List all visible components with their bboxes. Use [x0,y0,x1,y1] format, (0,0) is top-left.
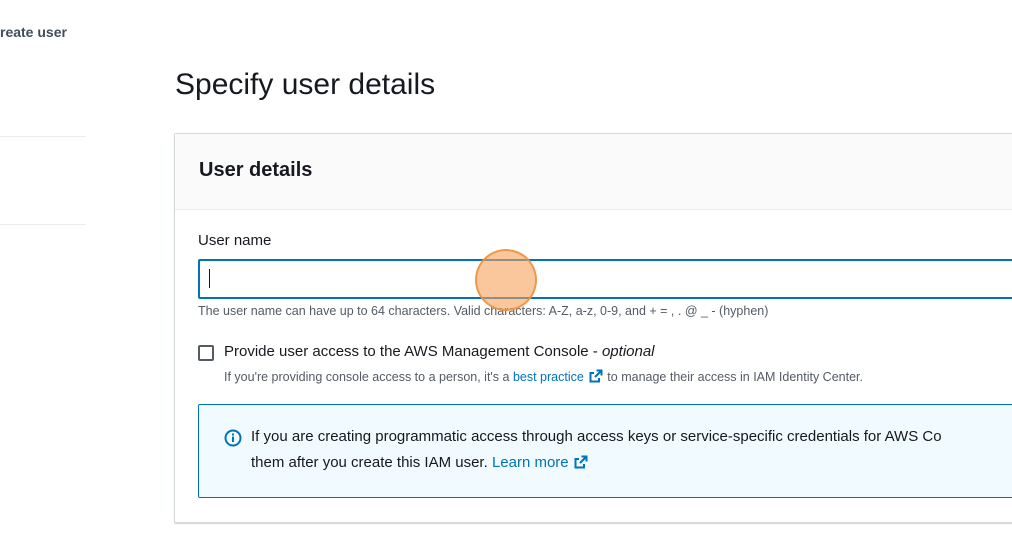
console-access-label[interactable]: Provide user access to the AWS Managemen… [224,343,655,360]
console-access-label-text: Provide user access to the AWS Managemen… [224,343,602,360]
best-practice-link[interactable]: best practice [513,370,584,384]
side-nav-divider [0,224,86,225]
console-access-description: If you're providing console access to a … [224,368,863,387]
desc-suffix: to manage their access in IAM Identity C… [603,370,863,384]
external-link-icon[interactable] [573,454,589,474]
console-access-checkbox[interactable] [198,345,214,361]
username-constraint-text: The user name can have up to 64 characte… [198,304,769,318]
side-nav-divider [0,136,86,137]
container-header: User details [175,134,1012,210]
info-line2-text: them after you create this IAM user. [251,454,492,471]
info-alert-text-line-1: If you are creating programmatic access … [251,428,942,445]
learn-more-link[interactable]: Learn more [492,454,569,471]
username-label: User name [198,232,272,249]
info-circle-icon [224,429,242,452]
desc-prefix: If you're providing console access to a … [224,370,513,384]
container-title: User details [199,159,313,181]
external-link-icon[interactable] [588,368,604,387]
text-caret [209,269,210,288]
username-input[interactable] [198,259,1012,299]
page-title: Specify user details [175,68,436,101]
optional-text: optional [601,343,655,360]
info-alert [198,404,1012,498]
info-alert-text-line-2: them after you create this IAM user. Lea… [251,454,589,474]
breadcrumb-current: reate user [0,24,67,40]
